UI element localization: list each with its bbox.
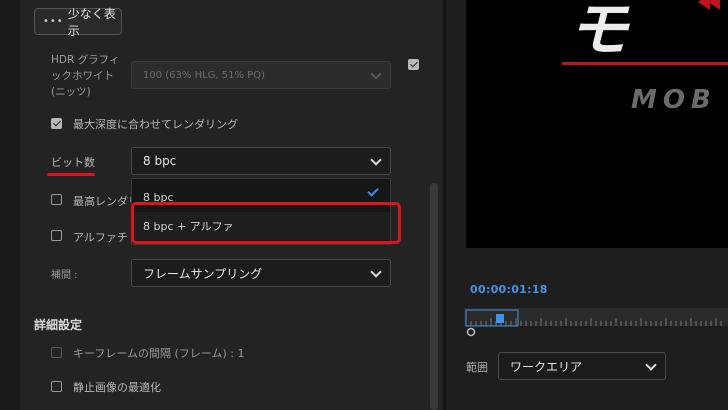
range-label: 範囲 <box>466 361 488 374</box>
bit-depth-label: ビット数 <box>51 156 95 169</box>
range-select[interactable]: ワークエリア <box>498 352 666 380</box>
time-ruler <box>465 318 722 326</box>
still-label: 静止画像の最適化 <box>73 381 161 394</box>
logo-subtext: MOB <box>631 85 717 115</box>
left-edge-gutter <box>0 0 20 410</box>
interp-select[interactable]: フレームサンプリング <box>131 259 391 287</box>
more-dots-icon: ••• <box>43 16 64 27</box>
playhead-marker[interactable] <box>496 314 504 323</box>
interp-label: 補間 : <box>51 270 78 281</box>
chevron-down-icon <box>645 359 657 371</box>
chevron-down-icon <box>370 68 382 80</box>
timeline-scrubber[interactable] <box>464 308 728 327</box>
hdr-label: HDR グラフィックホワイト (ニッツ) <box>51 54 120 98</box>
annotation-underline <box>47 173 95 176</box>
max-render-label: 最高レンダリ <box>73 195 139 208</box>
hdr-value: 100 (63% HLG, 51% PQ) <box>143 69 265 81</box>
logo-text: モ <box>568 0 631 65</box>
bit-depth-select[interactable]: 8 bpc <box>131 147 391 175</box>
interp-value: フレームサンプリング <box>143 266 263 281</box>
max-depth-checkbox[interactable] <box>51 118 62 129</box>
timecode: 00:00:01:18 <box>470 283 548 296</box>
range-value: ワークエリア <box>510 359 583 374</box>
keyframe-checkbox <box>51 347 62 358</box>
still-checkbox[interactable] <box>51 381 62 392</box>
hdr-checkbox[interactable] <box>408 59 419 70</box>
alpha-checkbox[interactable] <box>51 230 62 241</box>
advanced-heading: 詳細設定 <box>34 318 83 332</box>
keyframe-label: キーフレームの間隔 (フレーム) : 1 <box>73 347 245 360</box>
work-area-start-handle[interactable] <box>466 327 478 339</box>
scrollbar[interactable] <box>430 183 438 410</box>
show-less-label: 少なく表示 <box>67 6 116 38</box>
show-less-button[interactable]: ••• 少なく表示 <box>34 7 122 38</box>
alpha-label: アルファチ <box>73 231 128 244</box>
logo-graphic: モ MOB <box>562 0 728 115</box>
annotation-highlight-box <box>131 202 401 244</box>
chevron-down-icon <box>370 266 382 278</box>
max-depth-label: 最大深度に合わせてレンダリング <box>73 118 238 131</box>
bit-depth-value: 8 bpc <box>143 154 177 168</box>
video-preview: モ MOB <box>466 0 728 248</box>
max-render-checkbox[interactable] <box>51 194 62 205</box>
hdr-white-select: 100 (63% HLG, 51% PQ) <box>131 61 391 89</box>
chevron-down-icon <box>370 154 382 166</box>
